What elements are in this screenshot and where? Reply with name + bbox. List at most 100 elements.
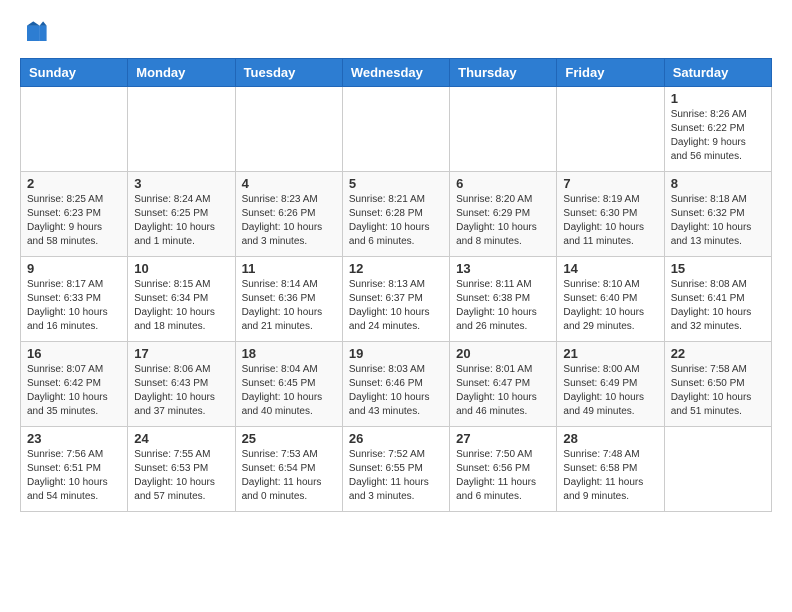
day-info: Sunrise: 8:24 AM Sunset: 6:25 PM Dayligh…: [134, 193, 228, 249]
day-number: 4: [242, 176, 336, 191]
day-info: Sunrise: 8:20 AM Sunset: 6:29 PM Dayligh…: [456, 193, 550, 249]
day-number: 7: [563, 176, 657, 191]
day-cell: 21 Sunrise: 8:00 AM Sunset: 6:49 PM Dayli…: [557, 342, 664, 427]
day-info: Sunrise: 8:14 AM Sunset: 6:36 PM Dayligh…: [242, 278, 336, 334]
day-cell: [664, 427, 771, 512]
day-cell: 6 Sunrise: 8:20 AM Sunset: 6:29 PM Daylig…: [450, 172, 557, 257]
day-number: 9: [27, 261, 121, 276]
day-info: Sunrise: 8:17 AM Sunset: 6:33 PM Dayligh…: [27, 278, 121, 334]
day-info: Sunrise: 8:15 AM Sunset: 6:34 PM Dayligh…: [134, 278, 228, 334]
day-number: 22: [671, 346, 765, 361]
day-number: 12: [349, 261, 443, 276]
day-cell: [21, 87, 128, 172]
page: SundayMondayTuesdayWednesdayThursdayFrid…: [0, 0, 792, 532]
day-number: 25: [242, 431, 336, 446]
day-cell: 16 Sunrise: 8:07 AM Sunset: 6:42 PM Dayli…: [21, 342, 128, 427]
day-info: Sunrise: 8:01 AM Sunset: 6:47 PM Dayligh…: [456, 363, 550, 419]
day-cell: [235, 87, 342, 172]
day-cell: 4 Sunrise: 8:23 AM Sunset: 6:26 PM Daylig…: [235, 172, 342, 257]
day-number: 18: [242, 346, 336, 361]
day-info: Sunrise: 8:08 AM Sunset: 6:41 PM Dayligh…: [671, 278, 765, 334]
day-info: Sunrise: 8:21 AM Sunset: 6:28 PM Dayligh…: [349, 193, 443, 249]
day-cell: 27 Sunrise: 7:50 AM Sunset: 6:56 PM Dayli…: [450, 427, 557, 512]
day-number: 24: [134, 431, 228, 446]
week-row-3: 9 Sunrise: 8:17 AM Sunset: 6:33 PM Daylig…: [21, 257, 772, 342]
day-number: 1: [671, 91, 765, 106]
day-info: Sunrise: 8:06 AM Sunset: 6:43 PM Dayligh…: [134, 363, 228, 419]
day-cell: 2Sunrise: 8:25 AM Sunset: 6:23 PM Daylig…: [21, 172, 128, 257]
day-info: Sunrise: 8:19 AM Sunset: 6:30 PM Dayligh…: [563, 193, 657, 249]
day-cell: [450, 87, 557, 172]
day-cell: 3 Sunrise: 8:24 AM Sunset: 6:25 PM Daylig…: [128, 172, 235, 257]
calendar: SundayMondayTuesdayWednesdayThursdayFrid…: [20, 58, 772, 512]
day-cell: 19 Sunrise: 8:03 AM Sunset: 6:46 PM Dayli…: [342, 342, 449, 427]
day-number: 28: [563, 431, 657, 446]
day-cell: 11 Sunrise: 8:14 AM Sunset: 6:36 PM Dayli…: [235, 257, 342, 342]
logo-icon: [20, 20, 48, 48]
day-cell: [128, 87, 235, 172]
day-cell: [342, 87, 449, 172]
day-cell: 1 Sunrise: 8:26 AM Sunset: 6:22 PM Daylig…: [664, 87, 771, 172]
day-cell: 9 Sunrise: 8:17 AM Sunset: 6:33 PM Daylig…: [21, 257, 128, 342]
day-number: 11: [242, 261, 336, 276]
day-number: 15: [671, 261, 765, 276]
day-cell: 22 Sunrise: 7:58 AM Sunset: 6:50 PM Dayli…: [664, 342, 771, 427]
day-info: Sunrise: 7:53 AM Sunset: 6:54 PM Dayligh…: [242, 448, 336, 504]
day-number: 14: [563, 261, 657, 276]
day-number: 8: [671, 176, 765, 191]
day-cell: 8 Sunrise: 8:18 AM Sunset: 6:32 PM Daylig…: [664, 172, 771, 257]
day-info: Sunrise: 7:50 AM Sunset: 6:56 PM Dayligh…: [456, 448, 550, 504]
day-info: Sunrise: 8:11 AM Sunset: 6:38 PM Dayligh…: [456, 278, 550, 334]
day-cell: 24Sunrise: 7:55 AM Sunset: 6:53 PM Dayli…: [128, 427, 235, 512]
day-cell: 26Sunrise: 7:52 AM Sunset: 6:55 PM Dayli…: [342, 427, 449, 512]
day-number: 21: [563, 346, 657, 361]
day-number: 17: [134, 346, 228, 361]
week-row-4: 16 Sunrise: 8:07 AM Sunset: 6:42 PM Dayli…: [21, 342, 772, 427]
day-cell: 13 Sunrise: 8:11 AM Sunset: 6:38 PM Dayli…: [450, 257, 557, 342]
day-number: 16: [27, 346, 121, 361]
day-cell: 10 Sunrise: 8:15 AM Sunset: 6:34 PM Dayli…: [128, 257, 235, 342]
day-info: Sunrise: 8:07 AM Sunset: 6:42 PM Dayligh…: [27, 363, 121, 419]
weekday-wednesday: Wednesday: [342, 59, 449, 87]
day-cell: 28 Sunrise: 7:48 AM Sunset: 6:58 PM Dayli…: [557, 427, 664, 512]
day-info: Sunrise: 8:26 AM Sunset: 6:22 PM Dayligh…: [671, 108, 765, 164]
day-info: Sunrise: 8:13 AM Sunset: 6:37 PM Dayligh…: [349, 278, 443, 334]
day-info: Sunrise: 7:56 AM Sunset: 6:51 PM Dayligh…: [27, 448, 121, 504]
day-cell: [557, 87, 664, 172]
day-cell: 23 Sunrise: 7:56 AM Sunset: 6:51 PM Dayli…: [21, 427, 128, 512]
day-number: 23: [27, 431, 121, 446]
day-number: 27: [456, 431, 550, 446]
day-info: Sunrise: 7:52 AM Sunset: 6:55 PM Dayligh…: [349, 448, 443, 504]
day-info: Sunrise: 7:48 AM Sunset: 6:58 PM Dayligh…: [563, 448, 657, 504]
day-info: Sunrise: 8:10 AM Sunset: 6:40 PM Dayligh…: [563, 278, 657, 334]
day-cell: 12 Sunrise: 8:13 AM Sunset: 6:37 PM Dayli…: [342, 257, 449, 342]
weekday-thursday: Thursday: [450, 59, 557, 87]
day-cell: 7 Sunrise: 8:19 AM Sunset: 6:30 PM Daylig…: [557, 172, 664, 257]
day-number: 10: [134, 261, 228, 276]
week-row-5: 23 Sunrise: 7:56 AM Sunset: 6:51 PM Dayli…: [21, 427, 772, 512]
day-number: 20: [456, 346, 550, 361]
weekday-tuesday: Tuesday: [235, 59, 342, 87]
day-info: Sunrise: 8:00 AM Sunset: 6:49 PM Dayligh…: [563, 363, 657, 419]
day-cell: 18Sunrise: 8:04 AM Sunset: 6:45 PM Dayli…: [235, 342, 342, 427]
day-info: Sunrise: 8:03 AM Sunset: 6:46 PM Dayligh…: [349, 363, 443, 419]
day-cell: 14 Sunrise: 8:10 AM Sunset: 6:40 PM Dayli…: [557, 257, 664, 342]
day-number: 13: [456, 261, 550, 276]
day-cell: 5Sunrise: 8:21 AM Sunset: 6:28 PM Daylig…: [342, 172, 449, 257]
week-row-1: 1 Sunrise: 8:26 AM Sunset: 6:22 PM Daylig…: [21, 87, 772, 172]
weekday-monday: Monday: [128, 59, 235, 87]
day-info: Sunrise: 8:25 AM Sunset: 6:23 PM Dayligh…: [27, 193, 121, 249]
day-info: Sunrise: 8:18 AM Sunset: 6:32 PM Dayligh…: [671, 193, 765, 249]
day-cell: 15 Sunrise: 8:08 AM Sunset: 6:41 PM Dayli…: [664, 257, 771, 342]
weekday-header-row: SundayMondayTuesdayWednesdayThursdayFrid…: [21, 59, 772, 87]
day-info: Sunrise: 7:58 AM Sunset: 6:50 PM Dayligh…: [671, 363, 765, 419]
weekday-friday: Friday: [557, 59, 664, 87]
day-cell: 20 Sunrise: 8:01 AM Sunset: 6:47 PM Dayli…: [450, 342, 557, 427]
day-number: 3: [134, 176, 228, 191]
day-info: Sunrise: 8:23 AM Sunset: 6:26 PM Dayligh…: [242, 193, 336, 249]
weekday-saturday: Saturday: [664, 59, 771, 87]
day-number: 6: [456, 176, 550, 191]
day-cell: 25 Sunrise: 7:53 AM Sunset: 6:54 PM Dayli…: [235, 427, 342, 512]
header: [20, 20, 772, 48]
day-number: 19: [349, 346, 443, 361]
